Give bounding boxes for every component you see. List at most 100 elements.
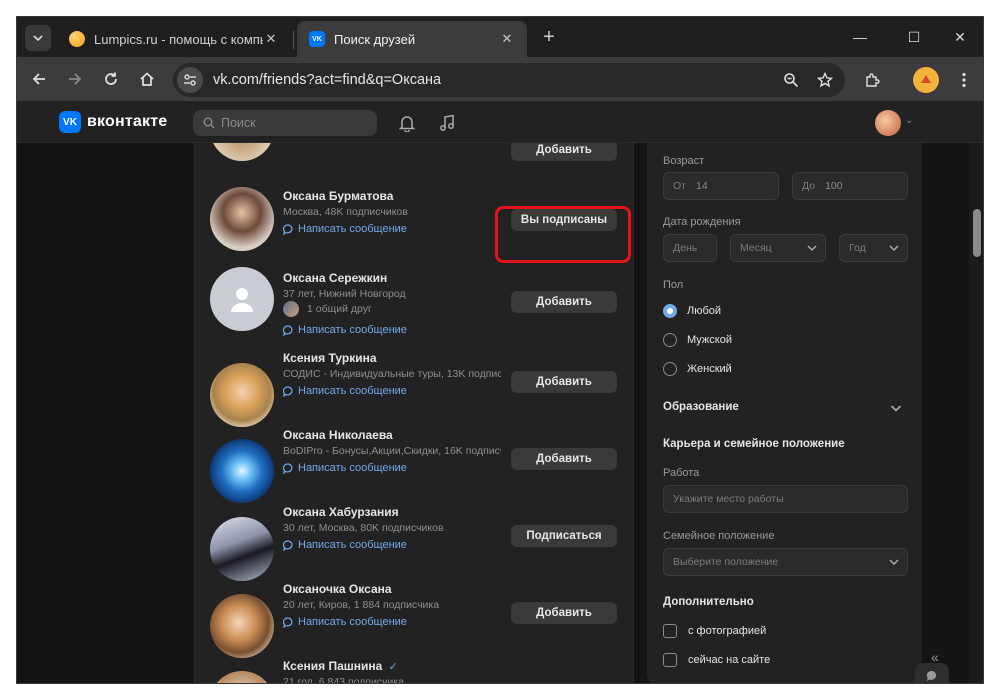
person-name[interactable]: Ксения Туркина bbox=[283, 351, 377, 365]
maximize-button[interactable]: ☐ bbox=[901, 25, 927, 49]
education-toggle[interactable]: Образование bbox=[663, 401, 739, 413]
birth-month-select[interactable]: Месяц bbox=[730, 234, 826, 262]
home-button[interactable] bbox=[135, 67, 159, 91]
write-message-link[interactable]: Написать сообщение bbox=[283, 462, 407, 474]
sex-radio-any[interactable]: Любой bbox=[663, 304, 721, 318]
message-icon bbox=[283, 385, 293, 397]
checkbox-label: с фотографией bbox=[688, 625, 767, 637]
sex-radio-female[interactable]: Женский bbox=[663, 362, 732, 376]
tab-title: Lumpics.ru - помощь с компь bbox=[94, 31, 263, 47]
extensions-button[interactable] bbox=[859, 67, 885, 93]
mutual-friends[interactable]: 1 общий друг bbox=[283, 301, 372, 317]
url-text[interactable]: vk.com/friends?act=find&q=Оксана bbox=[213, 72, 777, 88]
minimize-button[interactable]: — bbox=[847, 25, 873, 49]
message-label: Написать сообщение bbox=[298, 223, 407, 235]
radio-unchecked-icon bbox=[663, 333, 677, 347]
avatar[interactable] bbox=[210, 671, 274, 683]
tab-lumpics[interactable]: Lumpics.ru - помощь с компь ✕ bbox=[57, 21, 291, 57]
list-item: Оксана Николаева BoDIPro - Бонусы,Акции,… bbox=[195, 424, 633, 503]
checkbox-icon bbox=[663, 653, 677, 667]
highlight-frame bbox=[495, 206, 631, 263]
profile-icon bbox=[921, 75, 931, 83]
person-name[interactable]: Оксана Сережкин bbox=[283, 271, 387, 285]
chevron-down-icon[interactable] bbox=[890, 402, 902, 414]
person-name[interactable]: Оксана Хабурзания bbox=[283, 505, 399, 519]
vk-header: VK вконтакте Поиск ⌄ bbox=[17, 101, 983, 143]
write-message-link[interactable]: Написать сообщение bbox=[283, 539, 407, 551]
family-label: Семейное положение bbox=[663, 530, 775, 542]
close-window-button[interactable]: ✕ bbox=[947, 25, 973, 49]
chevron-down-icon bbox=[889, 245, 899, 252]
person-name[interactable]: Оксана Николаева bbox=[283, 428, 393, 442]
avatar[interactable] bbox=[210, 267, 274, 331]
user-avatar[interactable] bbox=[875, 110, 901, 136]
with-photo-checkbox[interactable]: с фотографией bbox=[663, 624, 766, 638]
radio-label: Мужской bbox=[687, 334, 732, 346]
person-name[interactable]: Ксения Пашнина ✓ bbox=[283, 659, 398, 673]
close-icon[interactable]: ✕ bbox=[263, 31, 279, 47]
verified-icon: ✓ bbox=[388, 661, 398, 673]
person-name[interactable]: Оксаночка Оксана bbox=[283, 582, 392, 596]
chevron-down-icon[interactable]: ⌄ bbox=[905, 115, 913, 126]
birth-year-select[interactable]: Год bbox=[839, 234, 908, 262]
music-button[interactable] bbox=[437, 113, 457, 133]
chevron-down-icon bbox=[807, 245, 817, 252]
lumpics-favicon-icon bbox=[69, 31, 85, 47]
age-from-select[interactable]: От 14 bbox=[663, 172, 779, 200]
family-select[interactable]: Выберите положение bbox=[663, 548, 908, 576]
avatar[interactable] bbox=[210, 594, 274, 658]
message-label: Написать сообщение bbox=[298, 462, 407, 474]
chat-button[interactable] bbox=[915, 663, 949, 683]
avatar[interactable] bbox=[210, 187, 274, 251]
list-item: Оксаночка Оксана 20 лет, Киров, 1 884 по… bbox=[195, 578, 633, 658]
vk-search-input[interactable]: Поиск bbox=[193, 110, 377, 136]
more-vertical-icon bbox=[962, 72, 966, 88]
message-icon bbox=[283, 462, 293, 474]
back-button[interactable] bbox=[27, 67, 51, 91]
work-input[interactable]: Укажите место работы bbox=[663, 485, 908, 513]
add-friend-button[interactable]: Добавить bbox=[511, 143, 617, 161]
add-friend-button[interactable]: Добавить bbox=[511, 371, 617, 393]
work-label: Работа bbox=[663, 467, 700, 479]
browser-menu-button[interactable] bbox=[951, 67, 977, 93]
message-label: Написать сообщение bbox=[298, 324, 407, 336]
forward-button[interactable] bbox=[63, 67, 87, 91]
reload-button[interactable] bbox=[99, 67, 123, 91]
avatar[interactable] bbox=[210, 439, 274, 503]
checkbox-label: сейчас на сайте bbox=[688, 654, 771, 666]
profile-avatar[interactable] bbox=[913, 67, 939, 93]
add-friend-button[interactable]: Добавить bbox=[511, 291, 617, 313]
close-icon[interactable]: ✕ bbox=[499, 31, 515, 47]
scrollbar-thumb[interactable] bbox=[973, 209, 981, 257]
vk-logo[interactable]: VK вконтакте bbox=[59, 111, 167, 133]
new-tab-button[interactable]: + bbox=[537, 25, 561, 49]
add-friend-button[interactable]: Добавить bbox=[511, 448, 617, 470]
notifications-button[interactable] bbox=[397, 113, 417, 133]
person-info: СОДИС - Индивидуальные туры, 13K подписч… bbox=[283, 368, 501, 380]
write-message-link[interactable]: Написать сообщение bbox=[283, 223, 407, 235]
zoom-button[interactable] bbox=[777, 66, 805, 94]
tab-search-button[interactable] bbox=[25, 25, 51, 51]
site-info-button[interactable] bbox=[177, 67, 203, 93]
online-now-checkbox[interactable]: сейчас на сайте bbox=[663, 653, 770, 667]
sex-radio-male[interactable]: Мужской bbox=[663, 333, 732, 347]
write-message-link[interactable]: Написать сообщение bbox=[283, 385, 407, 397]
puzzle-icon bbox=[866, 73, 880, 87]
write-message-link[interactable]: Написать сообщение bbox=[283, 616, 407, 628]
write-message-link[interactable]: Написать сообщение bbox=[283, 324, 407, 336]
address-bar[interactable]: vk.com/friends?act=find&q=Оксана bbox=[173, 63, 845, 97]
bookmark-button[interactable] bbox=[811, 66, 839, 94]
add-friend-button[interactable]: Добавить bbox=[511, 602, 617, 624]
avatar[interactable] bbox=[210, 517, 274, 581]
age-to-select[interactable]: До 100 bbox=[792, 172, 908, 200]
bell-icon bbox=[399, 116, 415, 132]
avatar[interactable] bbox=[210, 363, 274, 427]
message-icon bbox=[283, 539, 293, 551]
avatar[interactable] bbox=[210, 143, 274, 161]
subscribe-button[interactable]: Подписаться bbox=[511, 525, 617, 547]
tab-friends-search[interactable]: VK Поиск друзей ✕ bbox=[297, 21, 527, 57]
birth-day-select[interactable]: День bbox=[663, 234, 717, 262]
page-scrollbar[interactable] bbox=[969, 143, 983, 683]
message-label: Написать сообщение bbox=[298, 539, 407, 551]
person-name[interactable]: Оксана Бурматова bbox=[283, 189, 393, 203]
